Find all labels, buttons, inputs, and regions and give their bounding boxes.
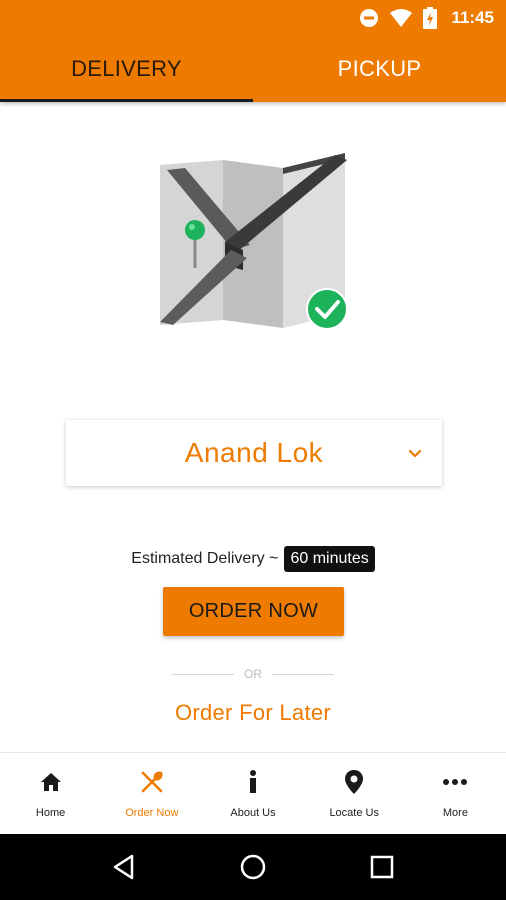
do-not-disturb-icon (360, 9, 379, 27)
recents-button[interactable] (362, 847, 402, 887)
tab-active-indicator (0, 99, 253, 102)
check-badge-icon (306, 288, 348, 330)
or-label: OR (244, 667, 262, 681)
map-illustration (160, 153, 348, 330)
location-selected-value: Anand Lok (184, 437, 324, 468)
location-pin-icon (341, 769, 367, 795)
or-divider: OR (172, 664, 334, 684)
estimated-delivery: Estimated Delivery ~ 60 minutes (0, 546, 506, 572)
nav-about-us-label: About Us (230, 807, 276, 819)
location-dropdown[interactable]: Anand Lok (66, 420, 442, 486)
back-triangle-icon (114, 854, 134, 880)
recents-square-icon (370, 855, 393, 879)
nav-order-now-label: Order Now (125, 807, 179, 819)
nav-locate-us[interactable]: Locate Us (304, 753, 405, 834)
system-nav-bar (0, 834, 506, 900)
home-icon (38, 769, 64, 795)
divider-line-right (272, 673, 334, 675)
home-circle-icon (240, 854, 266, 880)
chevron-down-icon (408, 449, 422, 458)
nav-more-label: More (442, 807, 468, 819)
status-icons: 11:45 (359, 6, 494, 30)
order-now-button[interactable]: ORDER NOW (163, 587, 344, 636)
home-system-button[interactable] (233, 847, 273, 887)
nav-more[interactable]: More (405, 753, 506, 834)
info-icon (240, 769, 266, 795)
tab-delivery-label: DELIVERY (71, 56, 182, 81)
nav-locate-us-label: Locate Us (329, 807, 379, 819)
estimated-delivery-label: Estimated Delivery ~ (131, 550, 279, 567)
nav-about-us[interactable]: About Us (202, 753, 303, 834)
nav-home[interactable]: Home (0, 753, 101, 834)
nav-order-now[interactable]: Order Now (101, 753, 202, 834)
back-button[interactable] (104, 847, 144, 887)
nav-home-label: Home (35, 807, 66, 819)
status-bar: 11:45 (0, 0, 506, 36)
tab-delivery[interactable]: DELIVERY (0, 36, 253, 102)
tab-pickup-label: PICKUP (337, 56, 422, 81)
divider-line-left (172, 673, 234, 675)
more-icon (442, 769, 468, 795)
fork-spoon-icon (139, 769, 165, 795)
bottom-nav: Home Order Now About Us Locate Us More (0, 752, 506, 834)
estimated-delivery-badge: 60 minutes (284, 546, 375, 572)
wifi-icon (390, 9, 413, 27)
battery-charging-icon (423, 7, 438, 29)
status-time: 11:45 (451, 8, 494, 27)
tab-bar: DELIVERY PICKUP (0, 36, 506, 102)
order-for-later-link[interactable]: Order For Later (0, 700, 506, 726)
tab-pickup[interactable]: PICKUP (253, 36, 506, 102)
